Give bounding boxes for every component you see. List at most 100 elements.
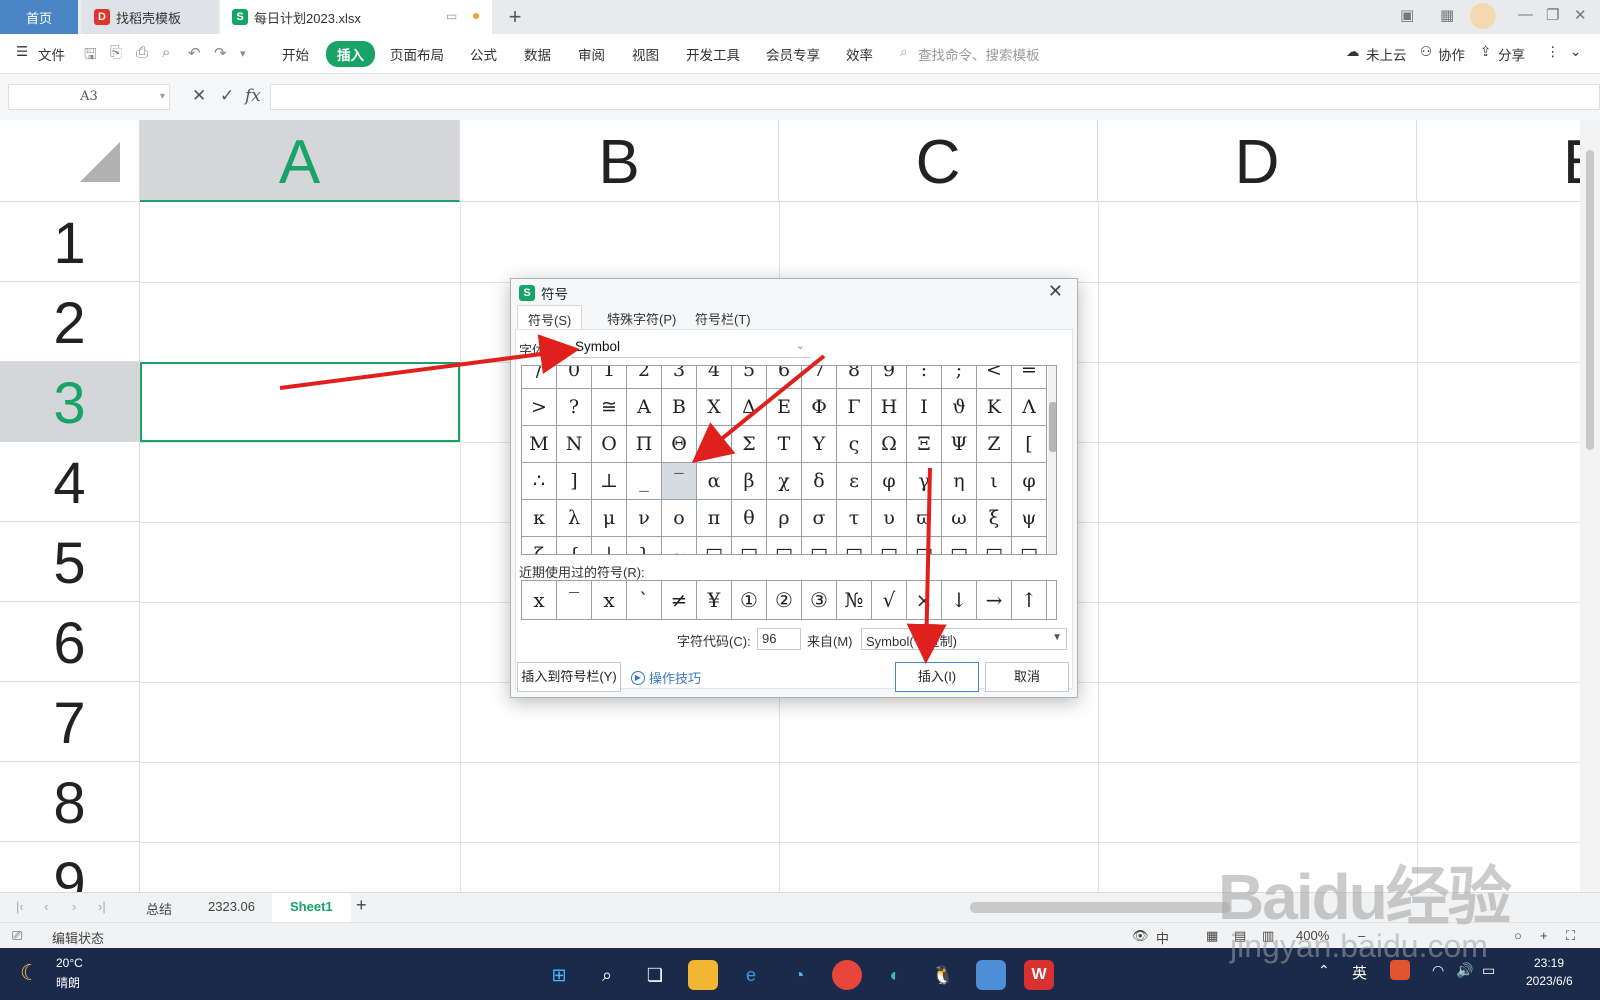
- symbol-cell[interactable]: 6: [767, 366, 802, 389]
- file-explorer-icon[interactable]: [688, 960, 718, 990]
- chrome-icon[interactable]: [832, 960, 862, 990]
- symbol-cell[interactable]: ϖ: [907, 500, 942, 537]
- recent-symbol-cell[interactable]: x: [522, 581, 557, 620]
- menu-view[interactable]: 视图: [632, 44, 659, 64]
- symbol-cell[interactable]: Σ: [732, 426, 767, 463]
- share-button[interactable]: 分享: [1498, 44, 1525, 64]
- start-icon[interactable]: ⊞: [544, 960, 574, 990]
- screen-icon[interactable]: ▭: [446, 9, 457, 23]
- symbol-cell[interactable]: ?: [557, 389, 592, 426]
- font-select[interactable]: Symbol ⌄: [571, 336, 811, 358]
- row-header-9[interactable]: 9: [0, 842, 140, 892]
- symbol-cell[interactable]: ]: [557, 463, 592, 500]
- symbol-cell[interactable]: Ω: [872, 426, 907, 463]
- symbol-cell[interactable]: Π: [627, 426, 662, 463]
- symbol-cell[interactable]: τ: [837, 500, 872, 537]
- symbol-cell[interactable]: >: [522, 389, 557, 426]
- symbol-cell[interactable]: ζ: [522, 537, 557, 554]
- export-icon[interactable]: ⎘: [110, 44, 122, 61]
- symbol-cell[interactable]: {: [557, 537, 592, 554]
- symbol-cell[interactable]: ο: [662, 500, 697, 537]
- sheet-tab-sheet1[interactable]: Sheet1: [272, 893, 351, 922]
- symbol-cell[interactable]: :: [907, 366, 942, 389]
- vertical-scroll-thumb[interactable]: [1586, 150, 1594, 450]
- symbol-cell[interactable]: Γ: [837, 389, 872, 426]
- search-taskbar-icon[interactable]: ⌕: [592, 960, 622, 990]
- column-header-d[interactable]: D: [1098, 120, 1417, 202]
- weather-desc[interactable]: 晴朗: [56, 974, 80, 991]
- task-view-icon[interactable]: ❏: [640, 960, 670, 990]
- tab-special-characters[interactable]: 特殊字符(P): [597, 305, 686, 329]
- symbol-cell[interactable]: ς: [837, 426, 872, 463]
- symbol-cell[interactable]: Φ: [802, 389, 837, 426]
- symbol-cell[interactable]: 2: [627, 366, 662, 389]
- symbol-cell[interactable]: □: [942, 537, 977, 554]
- cloud-status[interactable]: 未上云: [1366, 44, 1407, 64]
- symbol-cell[interactable]: 4: [697, 366, 732, 389]
- symbol-cell[interactable]: □: [872, 537, 907, 554]
- normal-view-icon[interactable]: ▦: [1206, 928, 1218, 944]
- select-all-corner[interactable]: [0, 120, 140, 202]
- ime-mode-icon[interactable]: 中: [1156, 928, 1169, 947]
- ime-indicator[interactable]: 英: [1352, 962, 1367, 983]
- symbol-cell[interactable]: δ: [802, 463, 837, 500]
- cancel-button[interactable]: 取消: [985, 662, 1069, 692]
- symbol-cell[interactable]: 8: [837, 366, 872, 389]
- weather-temp[interactable]: 20°C: [56, 956, 83, 970]
- symbol-cell[interactable]: □: [802, 537, 837, 554]
- menu-membership[interactable]: 会员专享: [766, 44, 820, 64]
- apps-grid-icon[interactable]: ▦: [1440, 6, 1454, 24]
- function-icon[interactable]: fx: [245, 86, 261, 106]
- symbol-cell[interactable]: /: [522, 366, 557, 389]
- tips-link[interactable]: ▶ 操作技巧: [631, 668, 701, 687]
- menu-page-layout[interactable]: 页面布局: [390, 44, 444, 64]
- symbol-cell[interactable]: Λ: [1012, 389, 1047, 426]
- notepad-icon[interactable]: [976, 960, 1006, 990]
- insert-button[interactable]: 插入(I): [895, 662, 979, 692]
- symbol-cell[interactable]: θ: [732, 500, 767, 537]
- symbol-cell[interactable]: □: [977, 537, 1012, 554]
- symbol-cell[interactable]: Ε: [767, 389, 802, 426]
- fullscreen-icon[interactable]: ⛶: [1566, 928, 1575, 944]
- symbol-cell[interactable]: Δ: [732, 389, 767, 426]
- more-icon[interactable]: ⋮: [1546, 44, 1560, 60]
- edge-legacy-icon[interactable]: e: [736, 960, 766, 990]
- symbol-cell[interactable]: [: [1012, 426, 1047, 463]
- sheet-tab-summary[interactable]: 总结: [146, 899, 172, 918]
- symbol-cell[interactable]: □: [837, 537, 872, 554]
- edge-icon[interactable]: ◐: [880, 960, 910, 990]
- restore-icon[interactable]: ❐: [1546, 6, 1559, 24]
- row-header-1[interactable]: 1: [0, 202, 140, 282]
- name-box-dropdown-icon[interactable]: ▾: [160, 85, 165, 109]
- menu-insert[interactable]: 插入: [326, 41, 375, 67]
- insert-to-symbol-bar-button[interactable]: 插入到符号栏(Y): [517, 662, 621, 692]
- menu-developer[interactable]: 开发工具: [686, 44, 740, 64]
- symbol-cell[interactable]: κ: [522, 500, 557, 537]
- row-header-8[interactable]: 8: [0, 762, 140, 842]
- symbol-cell[interactable]: φ: [872, 463, 907, 500]
- confirm-formula-icon[interactable]: ✓: [220, 86, 234, 106]
- symbol-cell[interactable]: ρ: [767, 500, 802, 537]
- file-menu[interactable]: 文件: [38, 44, 65, 64]
- symbol-cell[interactable]: Ο: [592, 426, 627, 463]
- from-select[interactable]: Symbol(十进制) ▼: [861, 628, 1067, 650]
- clock-time[interactable]: 23:19: [1534, 956, 1564, 970]
- cancel-formula-icon[interactable]: ✕: [192, 86, 206, 106]
- close-window-icon[interactable]: ✕: [1574, 6, 1587, 24]
- menu-data[interactable]: 数据: [524, 44, 551, 64]
- symbol-cell[interactable]: β: [732, 463, 767, 500]
- symbol-cell[interactable]: 9: [872, 366, 907, 389]
- symbol-cell[interactable]: ϑ: [942, 389, 977, 426]
- recent-symbol-cell[interactable]: ①: [732, 581, 767, 620]
- menu-home[interactable]: 开始: [282, 44, 309, 64]
- save-icon[interactable]: 🖫: [84, 44, 97, 69]
- menu-efficiency[interactable]: 效率: [846, 44, 873, 64]
- symbol-cell[interactable]: ⊥: [592, 463, 627, 500]
- symbol-cell[interactable]: Α: [627, 389, 662, 426]
- last-sheet-icon[interactable]: ›|: [98, 899, 106, 914]
- tab-spreadsheet-file[interactable]: S 每日计划2023.xlsx ▭ ●: [220, 0, 492, 34]
- symbol-cell[interactable]: Μ: [522, 426, 557, 463]
- symbol-cell[interactable]: Β: [662, 389, 697, 426]
- symbol-cell[interactable]: σ: [802, 500, 837, 537]
- preview-icon[interactable]: ⌕: [162, 44, 170, 61]
